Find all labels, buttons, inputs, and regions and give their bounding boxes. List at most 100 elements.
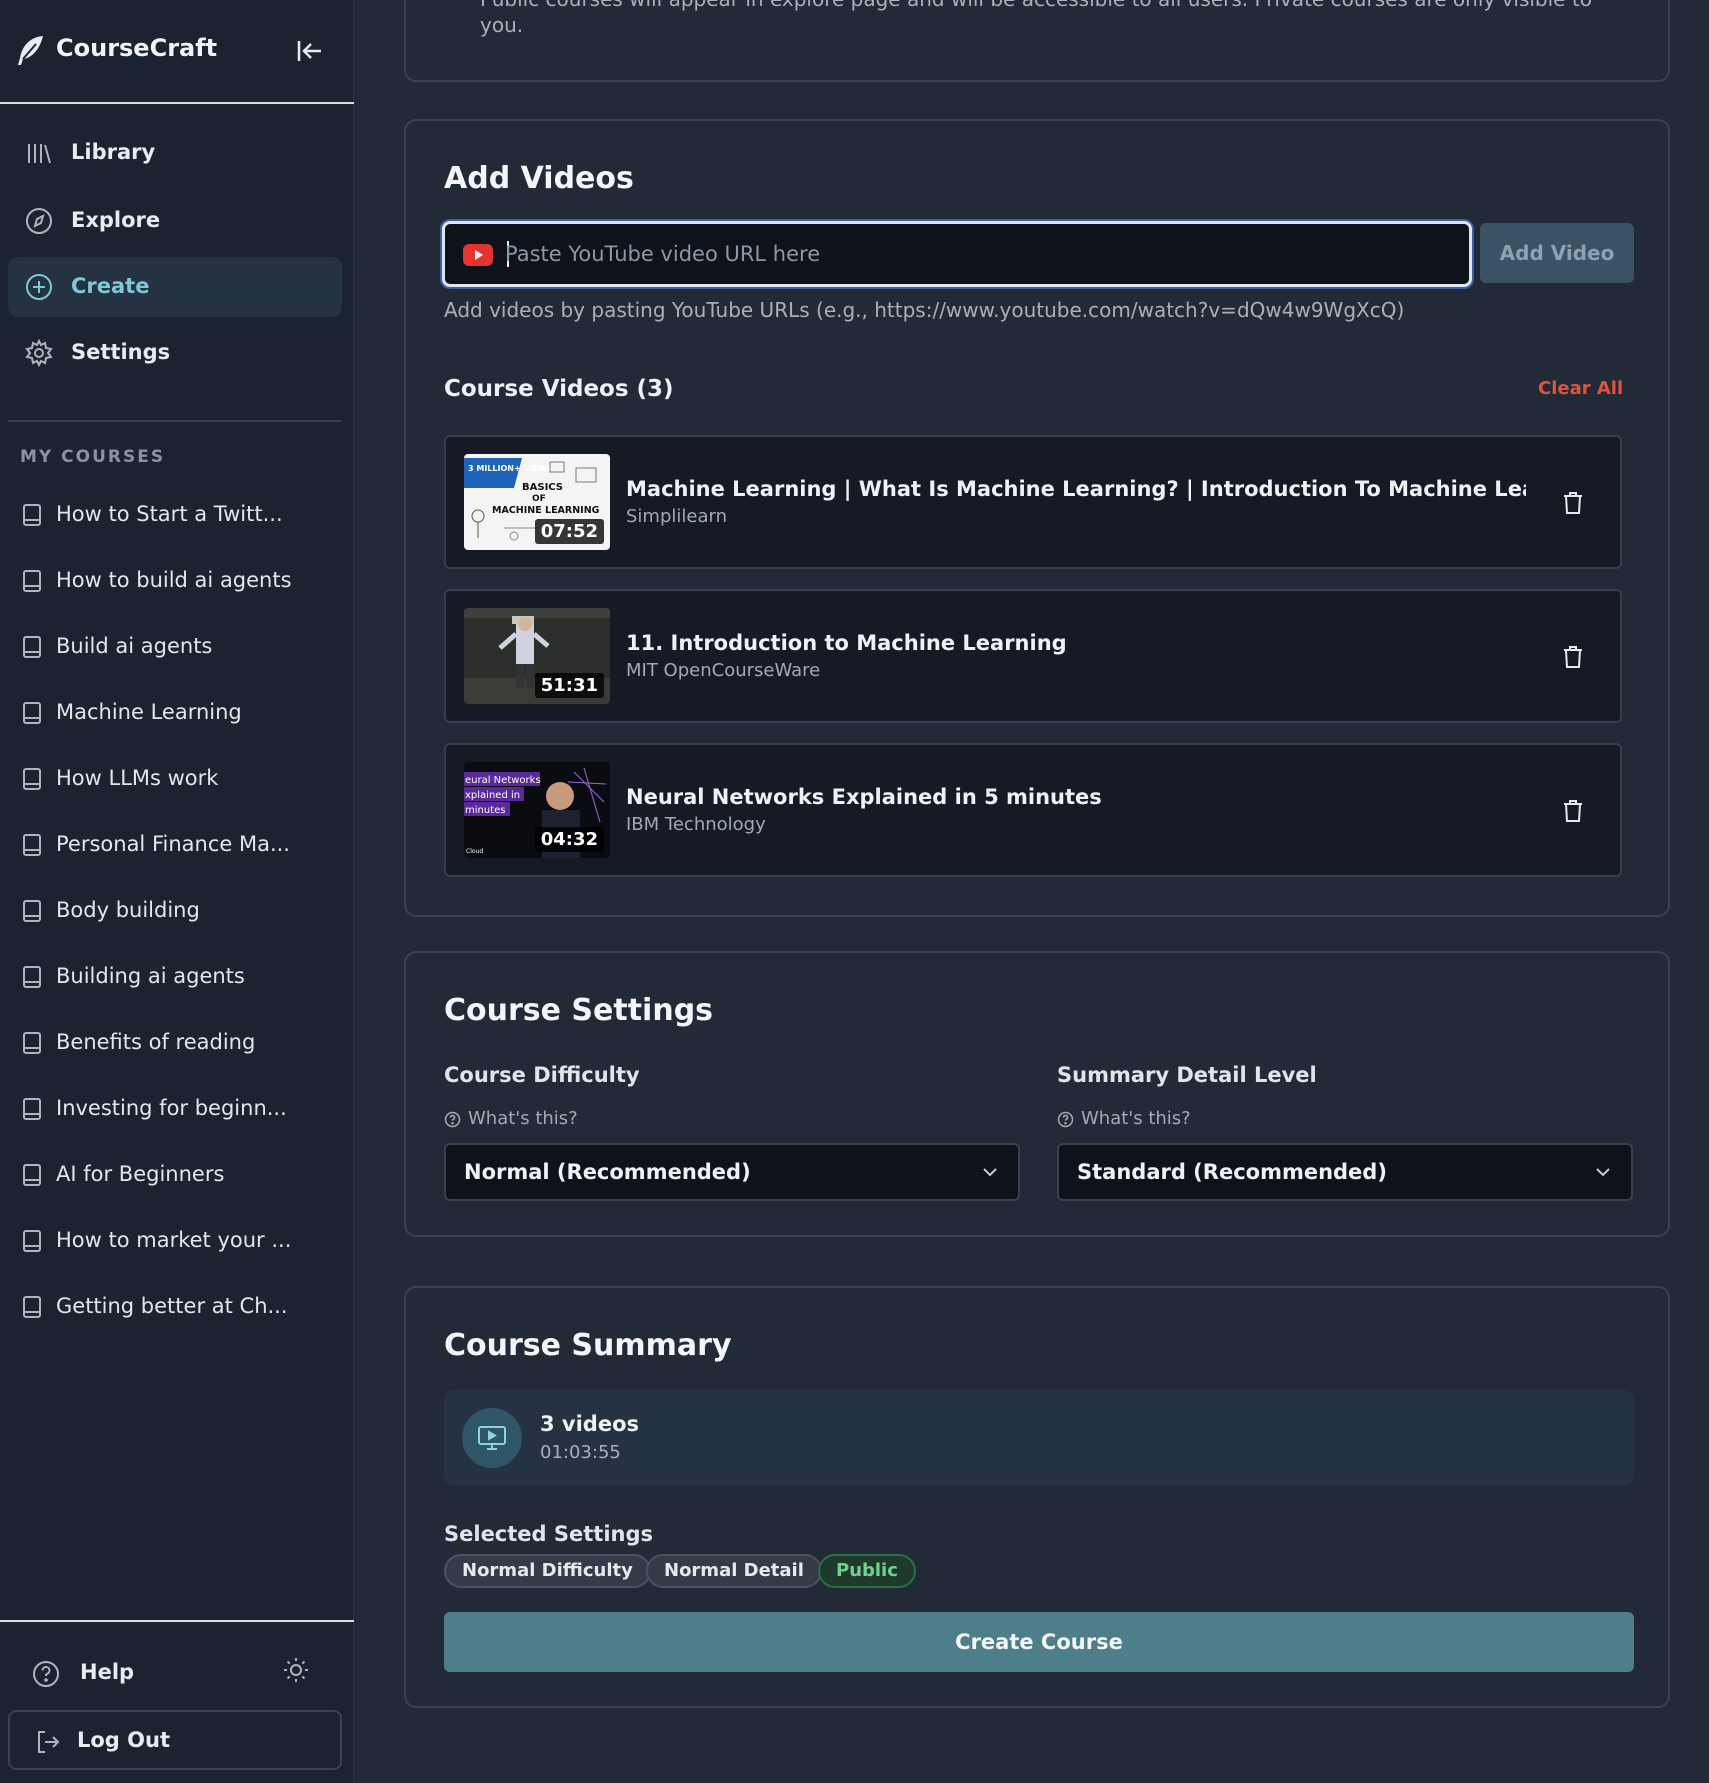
- sidebar-course-item[interactable]: How LLMs work: [20, 758, 340, 798]
- detail-chip: Normal Detail: [646, 1554, 822, 1588]
- difficulty-label: Course Difficulty: [444, 1063, 640, 1087]
- book-icon: [22, 702, 42, 724]
- logout-icon: [35, 1729, 61, 1755]
- youtube-icon: [463, 244, 493, 266]
- sidebar-course-item[interactable]: Benefits of reading: [20, 1022, 340, 1062]
- book-icon: [22, 504, 42, 526]
- nav-settings[interactable]: Settings: [8, 323, 342, 383]
- course-item-label: How to build ai agents: [56, 568, 292, 592]
- library-icon: [25, 139, 53, 167]
- course-item-label: How LLMs work: [56, 766, 219, 790]
- nav-explore[interactable]: Explore: [8, 191, 342, 251]
- course-item-label: Building ai agents: [56, 964, 245, 988]
- sidebar-course-item[interactable]: How to Start a Twitt...: [20, 494, 340, 534]
- book-icon: [22, 1230, 42, 1252]
- nav-settings-label: Settings: [71, 340, 171, 364]
- course-item-label: Build ai agents: [56, 634, 213, 658]
- sun-theme-toggle-icon[interactable]: [282, 1656, 310, 1684]
- difficulty-chip: Normal Difficulty: [444, 1554, 651, 1588]
- clear-all-button[interactable]: Clear All: [1538, 378, 1623, 399]
- sidebar-course-item[interactable]: Building ai agents: [20, 956, 340, 996]
- youtube-url-input[interactable]: [505, 232, 1455, 276]
- detail-select[interactable]: Standard (Recommended): [1057, 1143, 1633, 1201]
- add-video-button[interactable]: Add Video: [1480, 223, 1634, 283]
- course-item-label: How to Start a Twitt...: [56, 502, 283, 526]
- url-hint: Add videos by pasting YouTube URLs (e.g.…: [444, 298, 1405, 322]
- course-summary-title: Course Summary: [444, 1328, 732, 1363]
- video-channel: MIT OpenCourseWare: [626, 660, 821, 681]
- nav-create[interactable]: Create: [8, 257, 342, 317]
- thumb3-line1-text: eural Networks: [465, 775, 541, 786]
- summary-icon-circle: [462, 1408, 522, 1468]
- compass-icon: [25, 207, 53, 235]
- video-title: 11. Introduction to Machine Learning: [626, 631, 1067, 655]
- video-thumbnail[interactable]: eural Networks xplained in minutes Cloud…: [464, 762, 610, 858]
- book-icon: [22, 636, 42, 658]
- help-label: Help: [80, 1660, 135, 1684]
- video-duration: 51:31: [534, 673, 604, 698]
- video-thumbnail[interactable]: 3 MILLION+ VIEWS BASICS OF MACHINE LEARN…: [464, 454, 610, 550]
- sidebar-course-item[interactable]: Investing for beginn...: [20, 1088, 340, 1128]
- video-thumbnail[interactable]: 51:31: [464, 608, 610, 704]
- difficulty-help-link[interactable]: What's this?: [444, 1108, 644, 1132]
- course-item-label: Benefits of reading: [56, 1030, 256, 1054]
- book-icon: [22, 834, 42, 856]
- chevron-down-icon: [982, 1167, 998, 1177]
- book-icon: [22, 570, 42, 592]
- course-item-label: Investing for beginn...: [56, 1096, 287, 1120]
- summary-box: 3 videos 01:03:55: [444, 1390, 1634, 1486]
- sidebar-course-item[interactable]: Getting better at Ch...: [20, 1286, 340, 1326]
- video-title: Machine Learning | What Is Machine Learn…: [626, 477, 1526, 501]
- trash-icon[interactable]: [1562, 491, 1584, 515]
- trash-icon[interactable]: [1562, 799, 1584, 823]
- difficulty-help-text: What's this?: [468, 1108, 578, 1129]
- video-title: Neural Networks Explained in 5 minutes: [626, 785, 1102, 809]
- book-icon: [22, 768, 42, 790]
- sidebar-course-item[interactable]: How to market your ...: [20, 1220, 340, 1260]
- detail-help-link[interactable]: What's this?: [1057, 1108, 1257, 1132]
- nav-library[interactable]: Library: [8, 123, 342, 183]
- question-icon: [444, 1111, 461, 1128]
- sidebar-course-item[interactable]: How to build ai agents: [20, 560, 340, 600]
- help-button[interactable]: Help: [30, 1652, 190, 1692]
- sidebar-course-item[interactable]: AI for Beginners: [20, 1154, 340, 1194]
- thumb-line3-text: MACHINE LEARNING: [492, 505, 600, 516]
- trash-icon[interactable]: [1562, 645, 1584, 669]
- total-duration: 01:03:55: [540, 1442, 621, 1463]
- sidebar-course-item[interactable]: Personal Finance Ma...: [20, 824, 340, 864]
- course-summary-card: Course Summary 3 videos 01:03:55 Selecte…: [404, 1286, 1670, 1708]
- help-row: Help: [30, 1652, 320, 1692]
- add-videos-title: Add Videos: [444, 161, 634, 196]
- course-settings-card: Course Settings Course Difficulty What's…: [404, 951, 1670, 1237]
- book-icon: [22, 1098, 42, 1120]
- video-channel: IBM Technology: [626, 814, 766, 835]
- visibility-chip: Public: [818, 1554, 916, 1588]
- video-row: 51:31 11. Introduction to Machine Learni…: [444, 589, 1622, 723]
- create-course-button[interactable]: Create Course: [444, 1612, 1634, 1672]
- my-courses-heading: MY COURSES: [20, 447, 166, 467]
- sidebar-course-item[interactable]: Body building: [20, 890, 340, 930]
- gear-icon: [25, 339, 53, 367]
- difficulty-select[interactable]: Normal (Recommended): [444, 1143, 1020, 1201]
- sidebar-course-item[interactable]: Machine Learning: [20, 692, 340, 732]
- visibility-note: Public courses will appear in explore pa…: [480, 0, 1592, 37]
- detail-label: Summary Detail Level: [1057, 1063, 1317, 1087]
- collapse-sidebar-icon[interactable]: [296, 38, 324, 64]
- nav-explore-label: Explore: [71, 208, 161, 232]
- logout-label: Log Out: [77, 1728, 170, 1752]
- course-settings-title: Course Settings: [444, 993, 714, 1028]
- brand-header: CourseCraft: [0, 0, 354, 104]
- chevron-down-icon: [1595, 1167, 1611, 1177]
- book-icon: [22, 1296, 42, 1318]
- sidebar-course-item[interactable]: Build ai agents: [20, 626, 340, 666]
- nav-library-label: Library: [71, 140, 156, 164]
- nav-create-label: Create: [71, 274, 150, 298]
- video-count: 3 videos: [540, 1412, 640, 1436]
- thumb3-line2-text: xplained in: [465, 790, 520, 801]
- video-duration: 04:32: [534, 827, 604, 852]
- course-item-label: Personal Finance Ma...: [56, 832, 290, 856]
- thumb-badge-text: 3 MILLION+ VIEWS: [468, 464, 553, 473]
- course-item-label: Getting better at Ch...: [56, 1294, 288, 1318]
- logout-button[interactable]: Log Out: [8, 1710, 342, 1770]
- video-row: 3 MILLION+ VIEWS BASICS OF MACHINE LEARN…: [444, 435, 1622, 569]
